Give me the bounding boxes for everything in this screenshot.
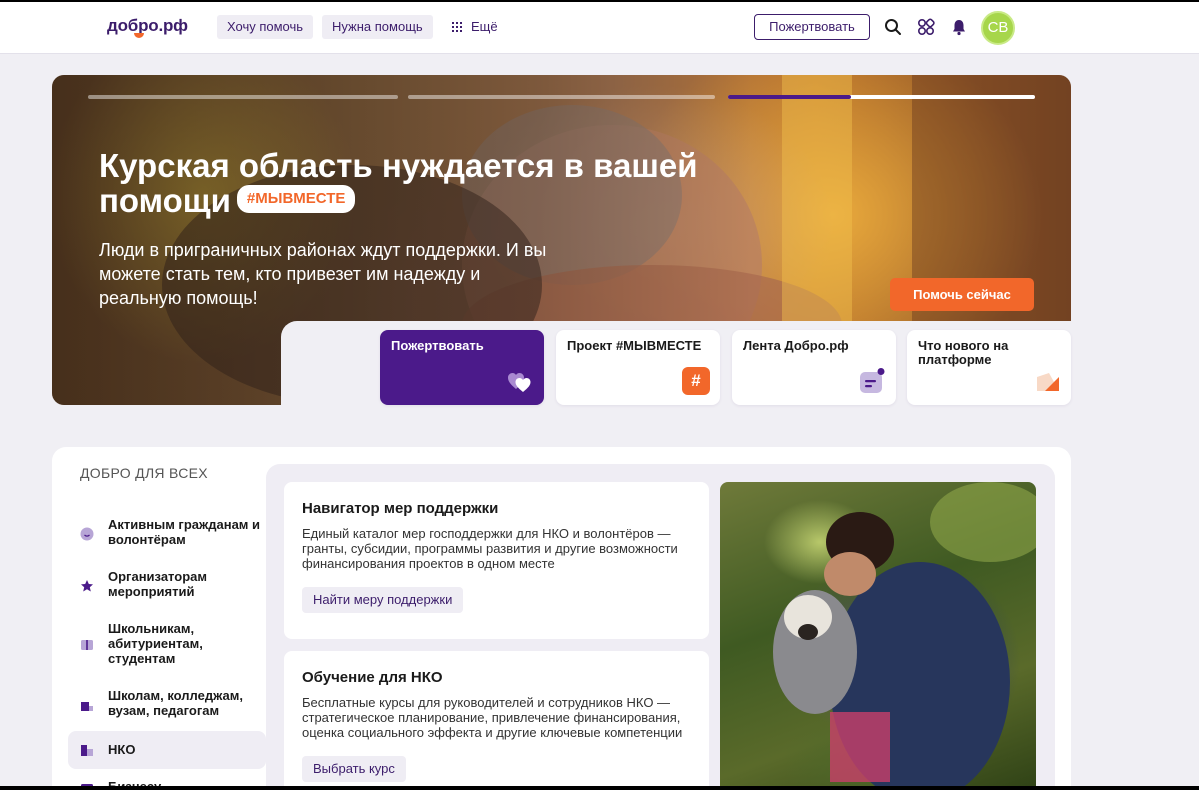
sidebar-item-label: НКО (108, 742, 136, 757)
nav-need-help[interactable]: Нужна помощь (322, 15, 433, 39)
smile-icon (80, 527, 94, 541)
card-text: Бесплатные курсы для руководителей и сот… (302, 695, 683, 740)
quick-card-label: Что нового на платформе (918, 338, 1009, 367)
choose-course-button[interactable]: Выбрать курс (302, 756, 406, 782)
sidebar-item-nko[interactable]: НКО (68, 731, 266, 769)
nav-want-help[interactable]: Хочу помочь (217, 15, 314, 39)
logo[interactable]: добро.рф (107, 16, 188, 36)
quick-card-donate[interactable]: Пожертвовать (380, 330, 544, 405)
card-title: Навигатор мер поддержки (302, 500, 499, 517)
sidebar-item-organizers[interactable]: Организаторам мероприятий (68, 569, 266, 603)
feed-icon (860, 368, 885, 393)
sidebar-item-label: Школам, колледжам, вузам, педагогам (108, 688, 243, 718)
quick-card-label: Проект #МЫВМЕСТЕ (567, 338, 702, 353)
nav-more-label: Ещё (471, 19, 498, 34)
quick-card-label: Лента Добро.рф (743, 338, 849, 353)
building-icon (81, 745, 93, 756)
hero-title-text: Курская область нуждается в вашей помощи (99, 147, 698, 219)
quick-card-label: Пожертвовать (391, 338, 484, 353)
book-icon (81, 640, 93, 650)
sidebar-item-schools[interactable]: Школам, колледжам, вузам, педагогам (68, 688, 266, 722)
volunteer-dog-photo (720, 482, 1036, 790)
card-title: Обучение для НКО (302, 669, 443, 686)
logo-smile-icon (134, 33, 144, 38)
sidebar-item-citizens[interactable]: Активным гражданам и волонтёрам (68, 517, 266, 551)
sidebar-item-label: Активным гражданам и волонтёрам (108, 517, 261, 547)
hero-subtitle: Люди в приграничных районах ждут поддерж… (99, 240, 547, 308)
sidebar-item-label: Организаторам мероприятий (108, 569, 207, 599)
quick-card-project[interactable]: Проект #МЫВМЕСТЕ # (556, 330, 720, 405)
section-title: ДОБРО ДЛЯ ВСЕХ (80, 465, 208, 481)
card-text: Единый каталог мер господдержки для НКО … (302, 526, 678, 571)
avatar[interactable]: СВ (981, 11, 1015, 45)
section-panel: ДОБРО ДЛЯ ВСЕХ Активным гражданам и воло… (52, 447, 1071, 790)
search-icon[interactable] (883, 17, 903, 37)
bell-icon[interactable] (949, 17, 969, 37)
slide-indicator-3[interactable] (728, 95, 1035, 99)
slide-indicator-2[interactable] (408, 95, 715, 99)
nav-more[interactable]: Ещё (452, 15, 498, 39)
hearts-icon (508, 373, 531, 392)
hashtag-icon: # (682, 367, 710, 395)
content-area: Навигатор мер поддержки Единый каталог м… (266, 464, 1055, 790)
hero-tag[interactable]: #МЫВМЕСТЕ (236, 185, 356, 214)
hero-title: Курская область нуждается в вашей помощи… (99, 148, 739, 218)
services-icon[interactable] (916, 17, 936, 37)
megaphone-icon (1037, 373, 1059, 391)
slide-indicator-1[interactable] (88, 95, 398, 99)
help-now-button[interactable]: Помочь сейчас (890, 278, 1034, 311)
slide-progress-fill (728, 95, 851, 99)
sidebar-item-label: Школьникам, абитуриентам, студентам (108, 621, 203, 666)
find-support-button[interactable]: Найти меру поддержки (302, 587, 464, 613)
donate-button[interactable]: Пожертвовать (754, 14, 870, 40)
site-header: добро.рф Хочу помочь Нужна помощь Ещё По… (0, 2, 1199, 54)
star-icon (81, 580, 93, 592)
photo-illustration (773, 482, 1036, 790)
sidebar-item-students[interactable]: Школьникам, абитуриентам, студентам (68, 621, 266, 669)
grid-icon (452, 22, 462, 32)
quick-card-news[interactable]: Что нового на платформе (907, 330, 1071, 405)
school-icon (81, 702, 93, 711)
card-nko-training: Обучение для НКО Бесплатные курсы для ру… (284, 651, 709, 790)
card-support-navigator: Навигатор мер поддержки Единый каталог м… (284, 482, 709, 639)
window-bottom-edge (0, 786, 1199, 790)
quick-card-feed[interactable]: Лента Добро.рф (732, 330, 896, 405)
